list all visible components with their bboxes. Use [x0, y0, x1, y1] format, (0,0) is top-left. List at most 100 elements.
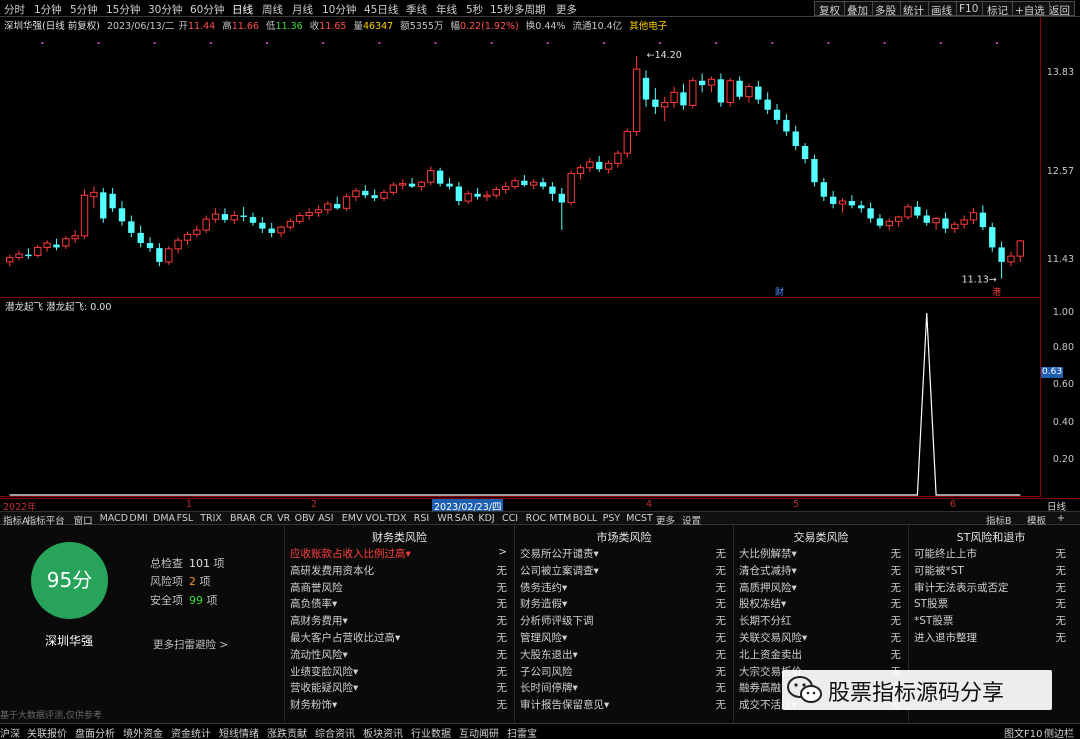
bottom-right-1[interactable]: 侧边栏: [1044, 725, 1074, 739]
period-tab-7[interactable]: 周线: [262, 2, 283, 17]
candle[interactable]: [604, 162, 613, 170]
risk-item[interactable]: 高财务费用▾ 无: [290, 613, 509, 630]
candle[interactable]: [989, 227, 996, 248]
candle[interactable]: [755, 86, 762, 100]
candle[interactable]: [352, 190, 360, 198]
candle[interactable]: [305, 212, 313, 217]
bottom-tab-6[interactable]: 涨跌贡献: [267, 725, 307, 739]
finance-marker[interactable]: 财: [775, 286, 784, 298]
candle[interactable]: [867, 208, 874, 219]
period-tab-10[interactable]: 45日线: [364, 2, 398, 17]
kline-chart[interactable]: ←14.20 11.13→ 财 港: [0, 30, 1040, 298]
candle[interactable]: [446, 183, 453, 187]
candle[interactable]: [783, 119, 790, 132]
candle[interactable]: [371, 195, 378, 199]
candle[interactable]: [998, 247, 1005, 262]
candle[interactable]: [118, 208, 126, 222]
candle[interactable]: [240, 215, 247, 217]
indicator-tab-20[interactable]: ROC: [526, 513, 547, 524]
candle[interactable]: [492, 188, 500, 196]
bottom-tab-2[interactable]: 盘面分析: [75, 725, 115, 739]
candle[interactable]: [25, 254, 32, 257]
indicator-chart[interactable]: [0, 299, 1040, 497]
candle[interactable]: [109, 193, 116, 209]
indicator-tab-7[interactable]: TRIX: [200, 513, 222, 524]
candle[interactable]: [511, 180, 519, 188]
candle[interactable]: [268, 228, 275, 233]
risk-item[interactable]: 长时间停牌▾ 无: [520, 680, 728, 697]
candle[interactable]: [652, 99, 659, 107]
candle[interactable]: [885, 220, 893, 227]
candle[interactable]: [521, 180, 528, 186]
bottom-tab-8[interactable]: 板块资讯: [363, 725, 403, 739]
candle[interactable]: [362, 190, 369, 196]
indicator-tab-16[interactable]: WR: [437, 513, 453, 524]
risk-item[interactable]: 应收账款占收入比例过高▾ >: [290, 546, 509, 563]
risk-item[interactable]: 股权冻结▾ 无: [739, 596, 903, 613]
candle[interactable]: [586, 161, 594, 169]
risk-item[interactable]: 可能终止上市 无: [914, 546, 1068, 563]
toolbar-button-1[interactable]: 叠加: [842, 1, 873, 17]
candle[interactable]: [464, 193, 472, 202]
candle[interactable]: [314, 209, 323, 214]
toolbar-button-2[interactable]: 多股: [870, 1, 901, 17]
risk-item[interactable]: 大股东退出▾ 无: [520, 647, 728, 664]
candle[interactable]: [277, 226, 285, 234]
more-scan-link[interactable]: 更多扫雷避险 >: [153, 637, 228, 652]
risk-item[interactable]: 管理风险▾ 无: [520, 630, 728, 647]
candle[interactable]: [427, 170, 435, 183]
candle[interactable]: [146, 243, 154, 249]
candle[interactable]: [689, 80, 697, 106]
indicator-tab-10[interactable]: VR: [277, 513, 290, 524]
candle[interactable]: [829, 196, 837, 204]
candle[interactable]: [960, 219, 968, 225]
indicator-title[interactable]: 潜龙起飞 潜龙起飞: 0.00: [5, 299, 111, 313]
candle[interactable]: [979, 212, 987, 228]
risk-item[interactable]: 营收能疑风险▾ 无: [290, 680, 509, 697]
toolbar-button-3[interactable]: 统计: [898, 1, 929, 17]
candle[interactable]: [259, 222, 266, 229]
toolbar-button-6[interactable]: 标记: [982, 1, 1013, 17]
candle[interactable]: [380, 191, 388, 199]
risk-item[interactable]: 进入退市整理 无: [914, 630, 1068, 647]
period-tab-3[interactable]: 15分钟: [106, 2, 140, 17]
period-tab-1[interactable]: 1分钟: [34, 2, 62, 17]
candle[interactable]: [726, 80, 734, 103]
candle[interactable]: [576, 167, 585, 175]
candle[interactable]: [801, 145, 809, 160]
risk-item[interactable]: *ST股票 无: [914, 613, 1068, 630]
candle[interactable]: [707, 78, 716, 86]
risk-item[interactable]: 清仓式减持▾ 无: [739, 563, 903, 580]
candle[interactable]: [474, 193, 481, 197]
indicator-tab-11[interactable]: OBV: [295, 513, 315, 524]
period-tab-16[interactable]: 更多: [556, 2, 577, 17]
indicator-tab-8[interactable]: BRAR: [230, 513, 256, 524]
indicator-tab-15[interactable]: RSI: [414, 513, 429, 524]
risk-item[interactable]: 高研发费用资本化 无: [290, 563, 509, 580]
toolbar-button-0[interactable]: 复权: [814, 1, 845, 17]
bottom-tab-0[interactable]: 沪深: [0, 725, 20, 739]
candle[interactable]: [764, 99, 771, 110]
bottom-tab-5[interactable]: 短线情绪: [219, 725, 259, 739]
risk-item[interactable]: 大比例解禁▾ 无: [739, 546, 903, 563]
candle[interactable]: [1016, 240, 1025, 257]
candle[interactable]: [230, 215, 238, 221]
indicator-tab-18[interactable]: KDJ: [478, 513, 494, 524]
candle[interactable]: [389, 184, 398, 193]
period-tab-12[interactable]: 年线: [436, 2, 457, 17]
candle[interactable]: [811, 159, 818, 183]
risk-item[interactable]: 子公司风险 无: [520, 664, 728, 681]
candle[interactable]: [211, 213, 220, 220]
candle[interactable]: [128, 221, 135, 233]
candle[interactable]: [62, 238, 70, 247]
risk-item[interactable]: 流动性风险▾ 无: [290, 647, 509, 664]
candle[interactable]: [773, 109, 781, 120]
bottom-tab-4[interactable]: 资金统计: [171, 725, 211, 739]
candle[interactable]: [137, 232, 144, 244]
candle[interactable]: [969, 212, 978, 221]
candle[interactable]: [942, 218, 949, 229]
bottom-tab-1[interactable]: 关联报价: [27, 725, 67, 739]
candle[interactable]: [90, 191, 98, 198]
candle[interactable]: [894, 216, 903, 222]
candle[interactable]: [100, 192, 107, 219]
